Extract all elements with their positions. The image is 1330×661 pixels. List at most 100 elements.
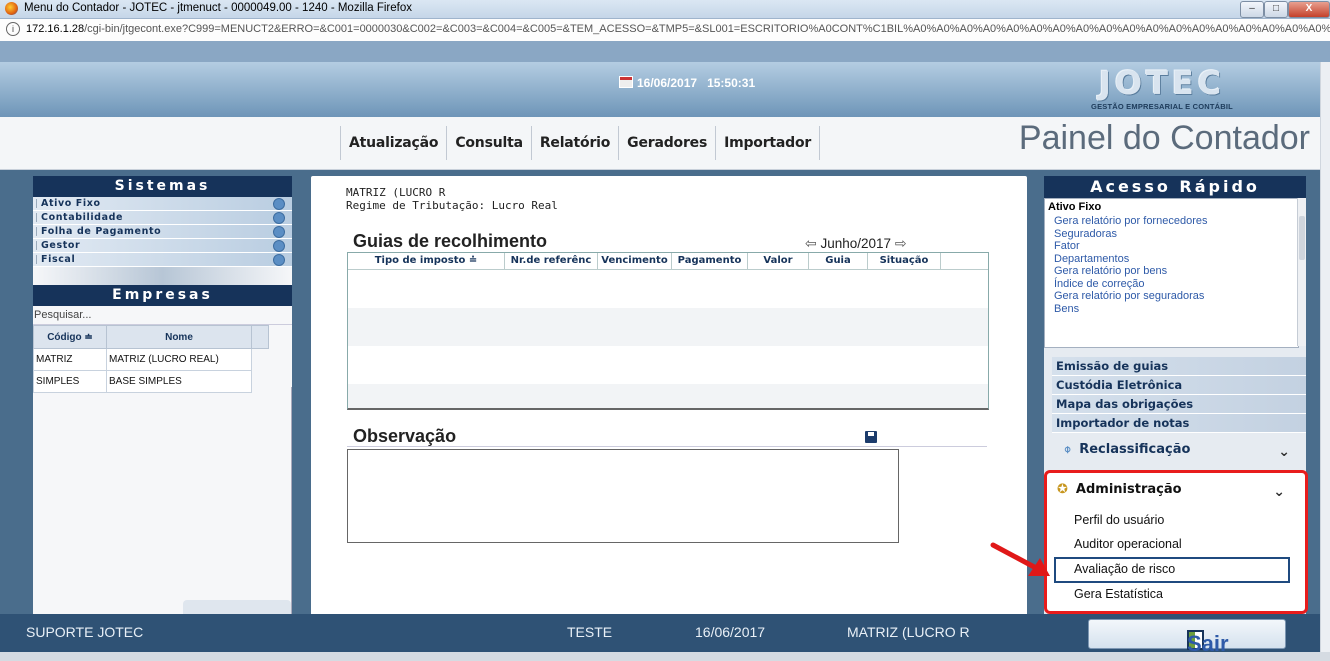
close-window-button[interactable]: X [1288, 1, 1330, 18]
emissao-de-guias-button[interactable]: Emissão de guias [1052, 357, 1306, 376]
address-bar[interactable]: i 172.16.1.28/cgi-bin/jtgecont.exe?C999=… [0, 19, 1330, 42]
empresas-header: Empresas [33, 285, 292, 306]
main-menu: Atualização Consulta Relatório Geradores… [340, 126, 821, 160]
footer-company: MATRIZ (LUCRO R [847, 624, 970, 640]
scrollbar-thumb[interactable] [1299, 216, 1305, 260]
reclass-icon: ⌽ [1064, 442, 1072, 456]
quick-link[interactable]: Gera relatório por fornecedores [1045, 215, 1298, 228]
url-host: 172.16.1.28 [26, 23, 85, 35]
arrow-shaft [990, 542, 1041, 572]
check-icon [273, 240, 285, 252]
empresa-search-input[interactable]: Pesquisar... [33, 306, 292, 325]
top-banner: 16/06/2017 15:50:31 JOTEC GESTÃO EMPRESA… [0, 62, 1320, 117]
save-icon[interactable] [865, 431, 877, 443]
datetime-display: 16/06/2017 15:50:31 [619, 76, 755, 90]
empresa-codigo[interactable]: MATRIZ [33, 348, 107, 371]
quick-link[interactable]: Índice de correção [1045, 278, 1298, 291]
left-panel: Sistemas Ativo Fixo Contabilidade Folha … [33, 176, 292, 616]
info-icon[interactable]: i [6, 22, 20, 36]
perfil-do-usuario-link[interactable]: Perfil do usuário [1074, 513, 1164, 527]
sair-button[interactable]: Sair [1088, 619, 1286, 656]
acesso-rapido-header: Acesso Rápido [1044, 176, 1306, 198]
banner-date: 16/06/2017 [637, 76, 698, 90]
quick-link[interactable]: Seguradoras [1045, 228, 1298, 241]
prev-month-arrow-icon[interactable]: ⇦ [805, 235, 817, 252]
custodia-eletronica-button[interactable]: Custódia Eletrônica [1052, 376, 1306, 395]
sistema-gestor[interactable]: Gestor [33, 239, 292, 253]
col-situacao[interactable]: Situação [868, 253, 941, 269]
column-header-nome[interactable]: Nome [106, 325, 252, 349]
column-header-codigo[interactable]: Código ≐ [33, 325, 107, 349]
empresa-nome[interactable]: MATRIZ (LUCRO REAL) [106, 348, 252, 371]
gera-estatistica-link[interactable]: Gera Estatística [1074, 587, 1163, 601]
sistema-label: Contabilidade [41, 212, 124, 223]
divider [347, 446, 987, 447]
guias-table: Tipo de imposto ≐ Nr.de referênc Vencime… [347, 252, 989, 410]
menu-relatorio[interactable]: Relatório [532, 126, 620, 160]
guias-title: Guias de recolhimento [353, 231, 548, 251]
quick-access-list: Ativo Fixo Gera relatório por fornecedor… [1044, 198, 1299, 348]
minimize-button[interactable]: ‒ [1240, 1, 1264, 18]
col-vencimento[interactable]: Vencimento [598, 253, 672, 269]
menu-row: Atualização Consulta Relatório Geradores… [0, 117, 1320, 170]
page-scrollbar[interactable] [1320, 62, 1330, 652]
firefox-icon [5, 2, 18, 15]
next-month-arrow-icon[interactable]: ⇨ [895, 235, 907, 252]
reclassificacao-accordion[interactable]: ⌽ Reclassificação ⌄ [1052, 442, 1302, 464]
menu-atualizacao[interactable]: Atualização [341, 126, 448, 160]
col-tipo-de-imposto[interactable]: Tipo de imposto ≐ [348, 253, 505, 269]
col-valor[interactable]: Valor [748, 253, 809, 269]
sistema-label: Folha de Pagamento [41, 226, 162, 237]
sistema-contabilidade[interactable]: Contabilidade [33, 211, 292, 225]
menu-geradores[interactable]: Geradores [619, 126, 717, 160]
sistema-folha-de-pagamento[interactable]: Folha de Pagamento [33, 225, 292, 239]
sistemas-header: Sistemas [33, 176, 292, 197]
footer-support[interactable]: SUPORTE JOTEC [26, 624, 143, 640]
mapa-das-obrigacoes-button[interactable]: Mapa das obrigações [1052, 395, 1306, 414]
observacao-title: Observação [353, 426, 457, 446]
col-nr-referencia[interactable]: Nr.de referênc [505, 253, 598, 269]
quick-link[interactable]: Fator [1045, 240, 1298, 253]
empresa-spacer [252, 349, 269, 371]
quick-link[interactable]: Gera relatório por seguradoras [1045, 290, 1298, 303]
right-panel: Acesso Rápido Ativo Fixo Gera relatório … [1044, 176, 1308, 616]
auditor-operacional-link[interactable]: Auditor operacional [1074, 537, 1182, 551]
col-guia[interactable]: Guia [809, 253, 868, 269]
avaliacao-de-risco-link[interactable]: Avaliação de risco [1074, 562, 1175, 576]
logo-text: JOTEC [1098, 64, 1226, 102]
company-line: MATRIZ (LUCRO R [346, 186, 446, 199]
regime-line: Regime de Tributação: Lucro Real [346, 199, 558, 212]
col-pagamento[interactable]: Pagamento [672, 253, 748, 269]
quick-link[interactable]: Gera relatório por bens [1045, 265, 1298, 278]
reclassificacao-label: Reclassificação [1079, 442, 1191, 457]
check-icon [273, 198, 285, 210]
menu-consulta[interactable]: Consulta [447, 126, 532, 160]
month-navigator: ⇦ Junho/2017 ⇨ [805, 235, 907, 252]
sistema-label: Gestor [41, 240, 81, 251]
bottom-strip [0, 652, 1330, 661]
footer-date: 16/06/2017 [695, 624, 766, 640]
observacao-textarea[interactable] [347, 449, 899, 543]
administracao-label: Administração [1075, 482, 1182, 497]
sistema-fiscal[interactable]: Fiscal [33, 253, 292, 267]
administracao-accordion[interactable]: ✪ Administração ⌄ [1057, 482, 1297, 504]
guias-table-body [348, 270, 988, 408]
quick-link[interactable]: Departamentos [1045, 253, 1298, 266]
maximize-button[interactable]: □ [1264, 1, 1288, 18]
check-icon [273, 254, 285, 266]
center-panel: MATRIZ (LUCRO R Regime de Tributação: Lu… [311, 176, 1027, 616]
menu-importador[interactable]: Importador [716, 126, 821, 160]
divider [33, 267, 292, 285]
sistema-label: Fiscal [41, 254, 76, 265]
table-row[interactable]: MATRIZ MATRIZ (LUCRO REAL) [33, 348, 269, 371]
quick-group-ativo-fixo: Ativo Fixo [1048, 201, 1102, 213]
sistema-ativo-fixo[interactable]: Ativo Fixo [33, 197, 292, 211]
quick-access-scrollbar[interactable] [1297, 198, 1306, 346]
page-title: Painel do Contador [1018, 119, 1310, 157]
guias-table-header: Tipo de imposto ≐ Nr.de referênc Vencime… [348, 253, 988, 270]
url-text[interactable]: 172.16.1.28/cgi-bin/jtgecont.exe?C999=ME… [26, 23, 1330, 35]
window-titlebar: Menu do Contador - JOTEC - jtmenuct - 00… [0, 0, 1330, 19]
quick-link[interactable]: Bens [1045, 303, 1298, 316]
url-path: /cgi-bin/jtgecont.exe?C999=MENUCT2&ERRO=… [84, 23, 1330, 35]
importador-de-notas-button[interactable]: Importador de notas [1052, 414, 1306, 433]
